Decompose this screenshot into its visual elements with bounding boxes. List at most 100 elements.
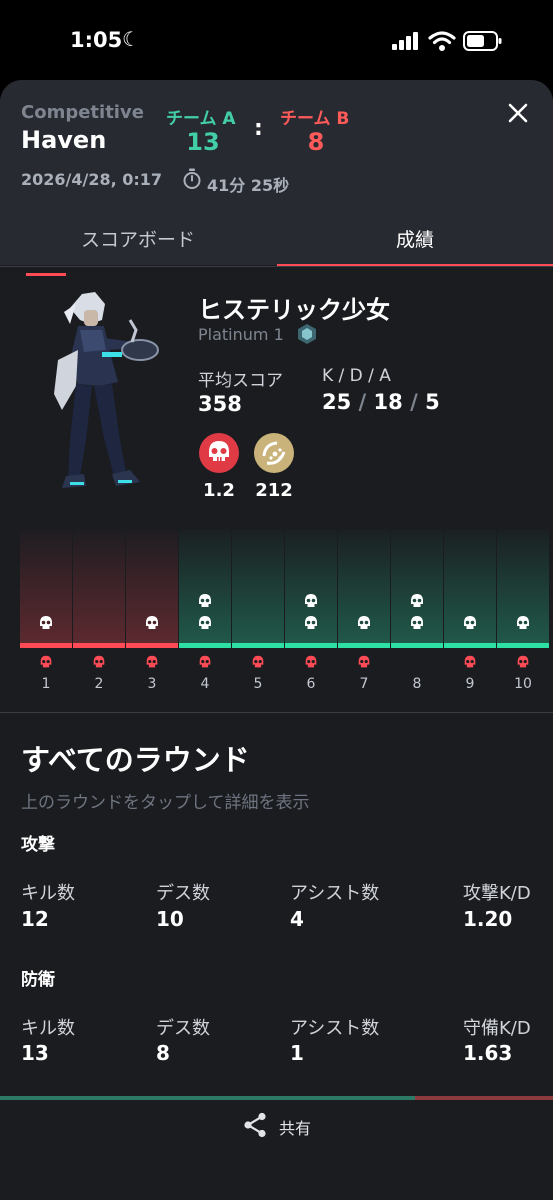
attack-kills-label: キル数 xyxy=(21,883,75,904)
accent-mark xyxy=(26,273,66,276)
kill-skull-icon xyxy=(464,616,476,629)
kill-skull-icon xyxy=(305,594,317,607)
cellular-signal-icon xyxy=(392,32,418,50)
deaths-value: 18 xyxy=(373,390,403,414)
kda-separator: / xyxy=(410,390,418,414)
attack-kd-label: 攻撃K/D xyxy=(463,883,531,904)
round-7[interactable]: 7 xyxy=(338,530,390,700)
loss-ratio-bar xyxy=(415,1096,553,1100)
round-number: 6 xyxy=(306,676,316,692)
round-9[interactable]: 9 xyxy=(444,530,496,700)
match-date: 2026/4/28, 0:17 xyxy=(21,170,163,189)
share-button[interactable]: 共有 xyxy=(279,1115,311,1139)
defense-deaths-label: デス数 xyxy=(156,1018,210,1039)
round-number: 5 xyxy=(253,676,263,692)
avg-score-label: 平均スコア xyxy=(198,371,283,391)
death-skull-icon xyxy=(40,655,52,668)
round-1[interactable]: 1 xyxy=(20,530,72,700)
attack-kills-value: 12 xyxy=(21,907,49,931)
kill-skull-icon xyxy=(40,616,52,629)
death-skull-icon xyxy=(358,655,370,668)
avg-score-value: 358 xyxy=(198,392,242,416)
round-8[interactable]: 8 xyxy=(391,530,443,700)
round-3[interactable]: 3 xyxy=(126,530,178,700)
defense-kills-label: キル数 xyxy=(21,1018,75,1039)
kill-skull-icon xyxy=(517,616,529,629)
attack-section-label: 攻撃 xyxy=(21,835,55,855)
round-column xyxy=(73,530,125,648)
round-timeline: 1 2 3 4 5 6 7 8 9 10 xyxy=(0,530,553,700)
round-result-bar xyxy=(497,643,549,648)
defense-assists-label: アシスト数 xyxy=(290,1018,380,1039)
kill-skull-icon xyxy=(146,616,158,629)
team-b-label: チーム B xyxy=(280,109,350,129)
rank-icon xyxy=(298,324,316,344)
kda-label: K / D / A xyxy=(322,366,391,386)
round-result-bar xyxy=(73,643,125,648)
defense-kd-label: 守備K/D xyxy=(463,1018,531,1039)
kills-value: 25 xyxy=(322,390,352,414)
round-number: 8 xyxy=(412,676,422,692)
map-name: Haven xyxy=(21,126,107,154)
kill-skull-icon xyxy=(199,594,211,607)
close-icon[interactable] xyxy=(503,98,533,128)
round-result-bar xyxy=(285,643,337,648)
attack-assists-value: 4 xyxy=(290,907,304,931)
defense-assists-value: 1 xyxy=(290,1041,304,1065)
death-skull-icon xyxy=(93,655,105,668)
round-2[interactable]: 2 xyxy=(73,530,125,700)
share-icon[interactable] xyxy=(243,1112,267,1138)
death-skull-icon xyxy=(146,655,158,668)
kda-separator: / xyxy=(358,390,367,414)
tab-scoreboard[interactable]: スコアボード xyxy=(0,225,276,265)
stopwatch-icon xyxy=(183,168,201,189)
match-detail-sheet: Competitive Haven 2026/4/28, 0:17 41分 25… xyxy=(0,80,553,1200)
kill-skull-icon xyxy=(411,616,423,629)
round-10[interactable]: 10 xyxy=(497,530,549,700)
game-mode: Competitive xyxy=(21,102,144,123)
round-result-bar xyxy=(179,643,231,648)
status-time: 1:05 xyxy=(70,28,123,52)
round-6[interactable]: 6 xyxy=(285,530,337,700)
attack-deaths-value: 10 xyxy=(156,907,184,931)
round-result-bar xyxy=(338,643,390,648)
round-5[interactable]: 5 xyxy=(232,530,284,700)
round-column xyxy=(232,530,284,648)
round-result-bar xyxy=(391,643,443,648)
death-skull-icon xyxy=(252,655,264,668)
kd-badge-value: 1.2 xyxy=(203,480,235,501)
defense-kd-value: 1.63 xyxy=(463,1041,513,1065)
round-result-bar xyxy=(126,643,178,648)
divider xyxy=(0,712,553,713)
death-skull-icon xyxy=(464,655,476,668)
kill-skull-icon xyxy=(199,616,211,629)
kda-value: 25 / 18 / 5 xyxy=(322,390,440,414)
tab-performance[interactable]: 成績 xyxy=(277,225,553,265)
defense-kills-value: 13 xyxy=(21,1041,49,1065)
divider xyxy=(0,266,553,267)
death-skull-icon xyxy=(517,655,529,668)
match-header: Competitive Haven 2026/4/28, 0:17 41分 25… xyxy=(0,80,553,265)
status-bar: 1:05 ☾ xyxy=(0,0,553,80)
team-a-label: チーム A xyxy=(166,109,236,129)
battery-icon xyxy=(463,31,502,51)
attack-kd-value: 1.20 xyxy=(463,907,513,931)
match-duration: 41分 25秒 xyxy=(207,176,290,195)
kill-skull-icon xyxy=(305,616,317,629)
all-rounds-title: すべてのラウンド xyxy=(21,743,250,777)
defense-section-label: 防衛 xyxy=(21,970,55,990)
attack-deaths-label: デス数 xyxy=(156,883,210,904)
defense-deaths-value: 8 xyxy=(156,1041,170,1065)
kd-skull-badge-icon xyxy=(199,433,239,473)
round-number: 10 xyxy=(514,676,532,692)
score-separator: : xyxy=(254,116,263,141)
agent-portrait xyxy=(54,292,159,488)
attack-assists-label: アシスト数 xyxy=(290,883,380,904)
round-result-bar xyxy=(232,643,284,648)
round-number: 4 xyxy=(200,676,210,692)
death-skull-icon xyxy=(199,655,211,668)
round-number: 9 xyxy=(465,676,475,692)
player-rank: Platinum 1 xyxy=(198,325,284,344)
damage-badge-value: 212 xyxy=(255,480,293,501)
round-4[interactable]: 4 xyxy=(179,530,231,700)
